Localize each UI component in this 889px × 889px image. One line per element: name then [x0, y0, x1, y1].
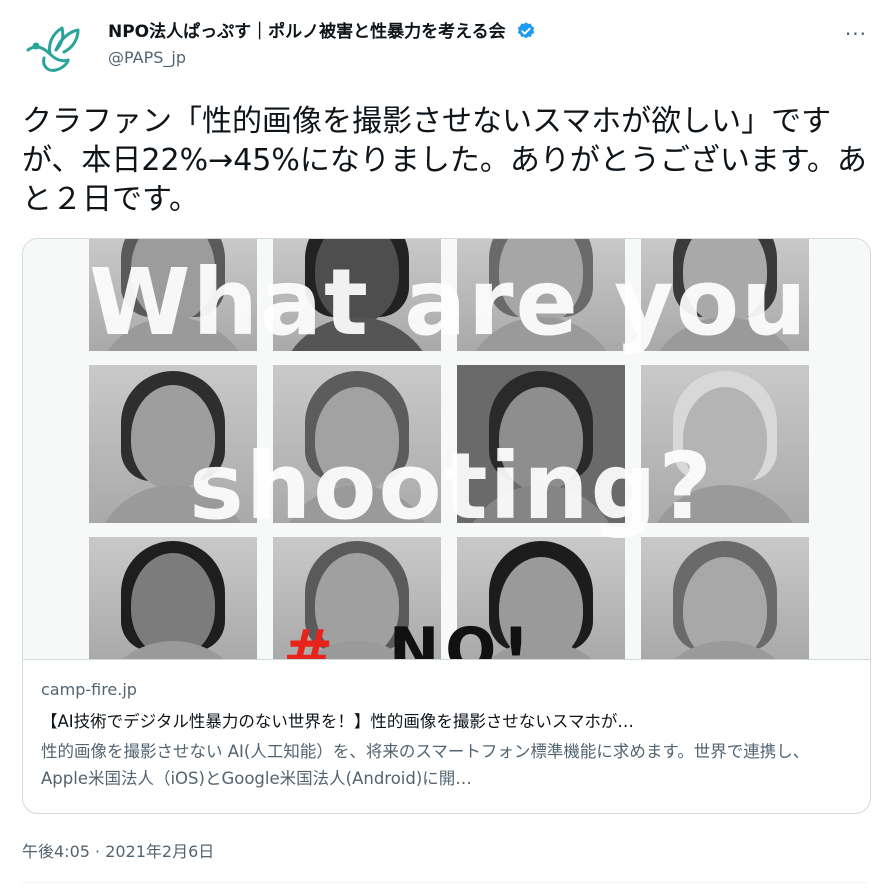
card-title: 【AI技術でデジタル性暴力のない世界を！】性的画像を撮影させないスマホが…	[41, 712, 634, 731]
handle[interactable]: @PAPS_jp	[108, 47, 536, 69]
divider	[22, 882, 867, 883]
link-card[interactable]: What are you shooting? # NO! camp-fire.j…	[22, 238, 871, 814]
avatar[interactable]	[22, 14, 86, 78]
verified-badge-icon	[517, 22, 534, 39]
photo-grid: What are you shooting? # NO!	[89, 239, 809, 659]
card-description: 性的画像を撮影させない AI(人工知能）を、将来のスマートフォン標準機能に求めま…	[41, 742, 810, 788]
tweet-header: NPO法人ぱっぷす｜ポルノ被害と性暴力を考える会 @PAPS_jp ···	[22, 12, 867, 82]
bird-logo-icon	[26, 26, 80, 72]
display-name-text[interactable]: NPO法人ぱっぷす｜ポルノ被害と性暴力を考える会	[108, 22, 506, 42]
card-info[interactable]: camp-fire.jp 【AI技術でデジタル性暴力のない世界を！】性的画像を撮…	[23, 659, 870, 813]
more-options-icon[interactable]: ···	[845, 22, 867, 46]
portrait-photo	[89, 537, 257, 659]
image-hashtag-mark: #	[283, 617, 334, 659]
display-name[interactable]: NPO法人ぱっぷす｜ポルノ被害と性暴力を考える会	[108, 20, 536, 44]
card-image[interactable]: What are you shooting? # NO!	[23, 239, 870, 659]
image-headline-line1: What are you	[89, 249, 809, 356]
card-domain: camp-fire.jp	[41, 680, 137, 699]
portrait-photo	[641, 537, 809, 659]
image-headline-line2: shooting?	[189, 433, 714, 540]
tweet-text: クラファン「性的画像を撮影させないスマホが欲しい」ですが、本日22%→45%にな…	[22, 104, 867, 217]
image-no-text: NO!	[389, 615, 536, 659]
tweet-timestamp[interactable]: 午後4:05 · 2021年2月6日	[22, 838, 214, 862]
